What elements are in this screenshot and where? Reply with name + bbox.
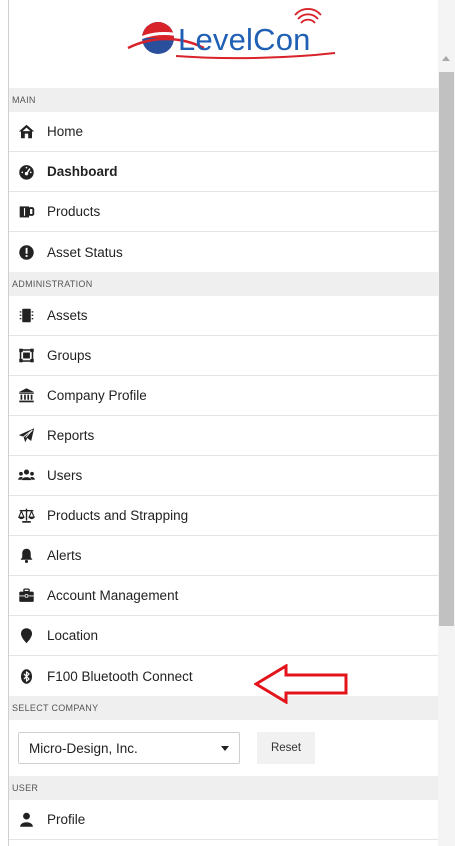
annotation-arrow-icon (254, 664, 348, 704)
vertical-scrollbar[interactable] (438, 0, 455, 846)
alert-circle-icon (17, 243, 35, 261)
bluetooth-icon (17, 667, 35, 685)
sidebar-item-products-and-strapping[interactable]: Products and Strapping (9, 496, 438, 536)
sidebar-item-label: Account Management (47, 588, 179, 603)
sidebar-nav: MAIN Home Dashboard Products Asset Statu… (9, 88, 438, 840)
brand-name: LevelCon (178, 22, 311, 57)
section-header-select-company: SELECT COMPANY (9, 696, 438, 720)
user-icon (17, 811, 35, 829)
users-icon (17, 467, 35, 485)
assets-icon (17, 307, 35, 325)
sidebar-item-label: Groups (47, 348, 92, 363)
home-icon (17, 123, 35, 141)
sidebar-item-label: Products and Strapping (47, 508, 189, 523)
sidebar-item-reports[interactable]: Reports (9, 416, 438, 456)
section-header-administration: ADMINISTRATION (9, 272, 438, 296)
bank-icon (17, 387, 35, 405)
section-header-main: MAIN (9, 88, 438, 112)
paper-plane-icon (17, 427, 35, 445)
briefcase-icon (17, 587, 35, 605)
sidebar-item-account-management[interactable]: Account Management (9, 576, 438, 616)
balance-scale-icon (17, 507, 35, 525)
sidebar-item-label: Assets (47, 308, 88, 323)
products-icon (17, 203, 35, 221)
sidebar-item-home[interactable]: Home (9, 112, 438, 152)
company-select-value: Micro-Design, Inc. (29, 740, 138, 756)
sidebar-item-dashboard[interactable]: Dashboard (9, 152, 438, 192)
reset-button[interactable]: Reset (257, 732, 315, 764)
section-header-user: USER (9, 776, 438, 800)
sidebar-item-label: F100 Bluetooth Connect (47, 668, 193, 684)
map-marker-icon (17, 627, 35, 645)
brand-logo[interactable]: LevelCon (0, 0, 438, 88)
sidebar-item-alerts[interactable]: Alerts (9, 536, 438, 576)
sidebar-item-label: Users (47, 468, 83, 483)
scrollbar-thumb[interactable] (439, 72, 454, 626)
sidebar-item-label: Dashboard (47, 164, 118, 179)
sidebar-item-profile[interactable]: Profile (9, 800, 438, 840)
sidebar-item-users[interactable]: Users (9, 456, 438, 496)
sidebar-item-label: Location (47, 628, 99, 643)
sidebar-item-f100-bluetooth-connect[interactable]: F100 Bluetooth Connect (9, 656, 438, 696)
sidebar-item-label: Asset Status (47, 244, 123, 260)
sidebar-item-label: Home (47, 124, 84, 139)
sidebar-item-products[interactable]: Products (9, 192, 438, 232)
bell-icon (17, 547, 35, 565)
chevron-down-icon (221, 746, 229, 751)
sidebar-item-label: Profile (47, 812, 86, 827)
sidebar-item-label: Products (47, 204, 101, 219)
sidebar-item-location[interactable]: Location (9, 616, 438, 656)
sidebar-item-label: Alerts (47, 548, 82, 563)
company-select[interactable]: Micro-Design, Inc. (18, 732, 240, 764)
sidebar-item-label: Company Profile (47, 388, 147, 403)
groups-icon (17, 347, 35, 365)
company-select-row: Micro-Design, Inc. Reset (9, 720, 438, 776)
sidebar-item-groups[interactable]: Groups (9, 336, 438, 376)
dashboard-icon (17, 163, 35, 181)
sidebar-item-asset-status[interactable]: Asset Status (9, 232, 438, 272)
sidebar-item-company-profile[interactable]: Company Profile (9, 376, 438, 416)
sidebar-item-label: Reports (47, 428, 95, 443)
sidebar-item-assets[interactable]: Assets (9, 296, 438, 336)
scroll-up-icon[interactable] (442, 56, 450, 61)
